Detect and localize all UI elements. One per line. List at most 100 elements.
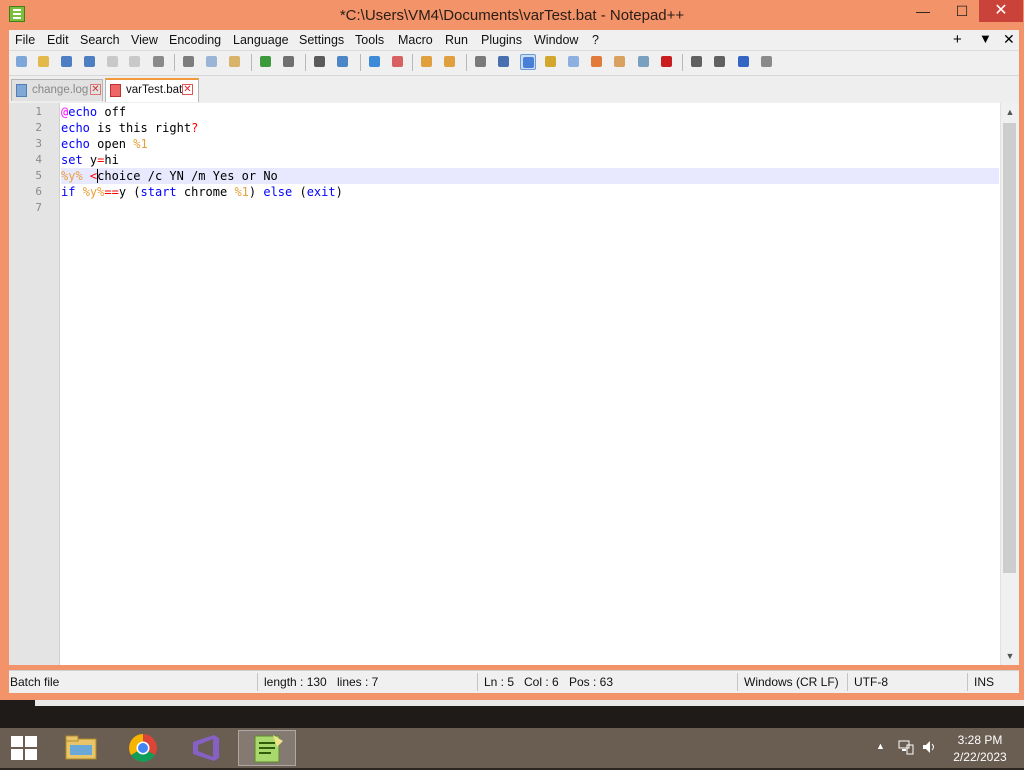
folder-as-workspace-glyph	[614, 56, 625, 67]
doc-map-glyph	[568, 56, 579, 67]
line-number-gutter[interactable]: 1 2 3 4 5 6 7	[9, 103, 60, 665]
close-all-icon[interactable]	[127, 54, 143, 70]
menu-encoding[interactable]: Encoding	[169, 33, 221, 47]
user-define-lang-icon[interactable]	[543, 54, 559, 70]
indent-guide-icon[interactable]	[520, 54, 536, 70]
visual-studio-icon[interactable]	[176, 730, 234, 766]
text-caret	[97, 169, 99, 183]
toolbar	[9, 51, 1019, 76]
close-doc-icon[interactable]: ✕	[1003, 31, 1015, 48]
zoom-in-icon[interactable]	[367, 54, 383, 70]
playback-macro-icon[interactable]	[712, 54, 728, 70]
clock-time[interactable]: 3:28 PM	[940, 733, 1020, 747]
code-line[interactable]: echo open %1	[61, 136, 999, 152]
menu-window[interactable]: Window	[534, 33, 578, 47]
code-token: off	[97, 105, 127, 119]
zoom-out-icon[interactable]	[390, 54, 406, 70]
code-line[interactable]	[61, 200, 999, 216]
network-icon[interactable]	[898, 739, 914, 755]
chrome-icon[interactable]	[114, 730, 172, 766]
new-file-icon[interactable]	[14, 54, 30, 70]
status-pos: Pos : 63	[569, 675, 614, 689]
code-token: else	[263, 185, 293, 199]
scroll-thumb[interactable]	[1003, 123, 1016, 573]
editor-area[interactable]: 1234567 @echo off echo is this right? echo…	[9, 103, 1019, 665]
cut-icon[interactable]	[181, 54, 197, 70]
code-token: ==	[104, 185, 119, 199]
close-icon[interactable]	[105, 54, 121, 70]
menu-macro[interactable]: Macro	[398, 33, 433, 47]
menu-help[interactable]: ?	[592, 33, 599, 47]
folder-as-workspace-icon[interactable]	[612, 54, 628, 70]
run-macro-multiple-icon[interactable]	[736, 54, 752, 70]
code-token: y	[82, 153, 98, 167]
menu-view[interactable]: View	[131, 33, 158, 47]
open-file-icon[interactable]	[36, 54, 52, 70]
tab-change-log[interactable]: change.log ✕	[11, 79, 103, 101]
code-line[interactable]: if %y%==y (start chrome %1) else (exit)	[61, 184, 999, 200]
vertical-scrollbar[interactable]: ▲ ▼	[1000, 103, 1019, 665]
replace-icon[interactable]	[335, 54, 351, 70]
copy-glyph	[206, 56, 217, 67]
undo-icon[interactable]	[258, 54, 274, 70]
code-token: echo	[61, 121, 90, 135]
code-line[interactable]: echo is this right?	[61, 120, 999, 136]
menu-bar: File Edit Search View Encoding Language …	[9, 30, 1019, 51]
title-bar[interactable]: *C:\Users\VM4\Documents\varTest.bat - No…	[0, 0, 1024, 30]
word-wrap-icon[interactable]	[473, 54, 489, 70]
tab-close-icon[interactable]: ✕	[182, 84, 193, 95]
clock-date[interactable]: 2/22/2023	[940, 750, 1020, 764]
tab-list-icon[interactable]: ▼	[979, 31, 992, 46]
copy-icon[interactable]	[204, 54, 220, 70]
code-line[interactable]: %y% <choice /c YN /m Yes or No	[61, 168, 999, 184]
paste-icon[interactable]	[227, 54, 243, 70]
sync-vertical-glyph	[421, 56, 432, 67]
redo-glyph	[283, 56, 294, 67]
code-token: ?	[191, 121, 199, 135]
monitoring-icon[interactable]	[636, 54, 652, 70]
record-macro-icon[interactable]	[659, 54, 675, 70]
cut-glyph	[183, 56, 194, 67]
scroll-down-icon[interactable]: ▼	[1001, 647, 1019, 665]
scroll-up-icon[interactable]: ▲	[1001, 103, 1019, 121]
monitoring-glyph	[638, 56, 649, 67]
file-explorer-icon[interactable]	[52, 730, 110, 766]
save-all-icon[interactable]	[82, 54, 98, 70]
doc-map-icon[interactable]	[566, 54, 582, 70]
tab-bar: change.log ✕ varTest.bat ✕	[9, 76, 1019, 104]
code-text-area[interactable]: @echo off echo is this right? echo open %1…	[61, 103, 999, 665]
menu-plugins[interactable]: Plugins	[481, 33, 522, 47]
code-line[interactable]: @echo off	[61, 104, 999, 120]
show-all-chars-icon[interactable]	[496, 54, 512, 70]
maximize-button[interactable]: ☐	[945, 0, 979, 22]
menu-run[interactable]: Run	[445, 33, 468, 47]
new-tab-icon[interactable]: +	[953, 31, 962, 48]
function-list-icon[interactable]	[589, 54, 605, 70]
tray-overflow-icon[interactable]: ▲	[876, 741, 885, 751]
menu-edit[interactable]: Edit	[47, 33, 69, 47]
windows-start-icon[interactable]	[10, 735, 38, 761]
notepadpp-taskbar-icon[interactable]	[238, 730, 296, 766]
redo-icon[interactable]	[281, 54, 297, 70]
tab-vartest-bat[interactable]: varTest.bat ✕	[105, 78, 199, 102]
find-icon[interactable]	[312, 54, 328, 70]
print-icon[interactable]	[151, 54, 167, 70]
save-macro-icon[interactable]	[759, 54, 775, 70]
menu-search[interactable]: Search	[80, 33, 120, 47]
close-button[interactable]: ✕	[979, 0, 1023, 22]
stop-recording-icon[interactable]	[689, 54, 705, 70]
menu-settings[interactable]: Settings	[299, 33, 344, 47]
volume-icon[interactable]	[921, 739, 937, 755]
menu-language[interactable]: Language	[233, 33, 289, 47]
tab-close-icon[interactable]: ✕	[90, 84, 101, 95]
minimize-button[interactable]: —	[906, 0, 940, 22]
save-icon[interactable]	[59, 54, 75, 70]
sync-horizontal-icon[interactable]	[442, 54, 458, 70]
code-line[interactable]: set y=hi	[61, 152, 999, 168]
menu-file[interactable]: File	[15, 33, 35, 47]
sync-vertical-icon[interactable]	[419, 54, 435, 70]
code-token: echo	[68, 105, 98, 119]
menu-tools[interactable]: Tools	[355, 33, 384, 47]
show-all-chars-glyph	[498, 56, 509, 67]
word-wrap-glyph	[475, 56, 486, 67]
